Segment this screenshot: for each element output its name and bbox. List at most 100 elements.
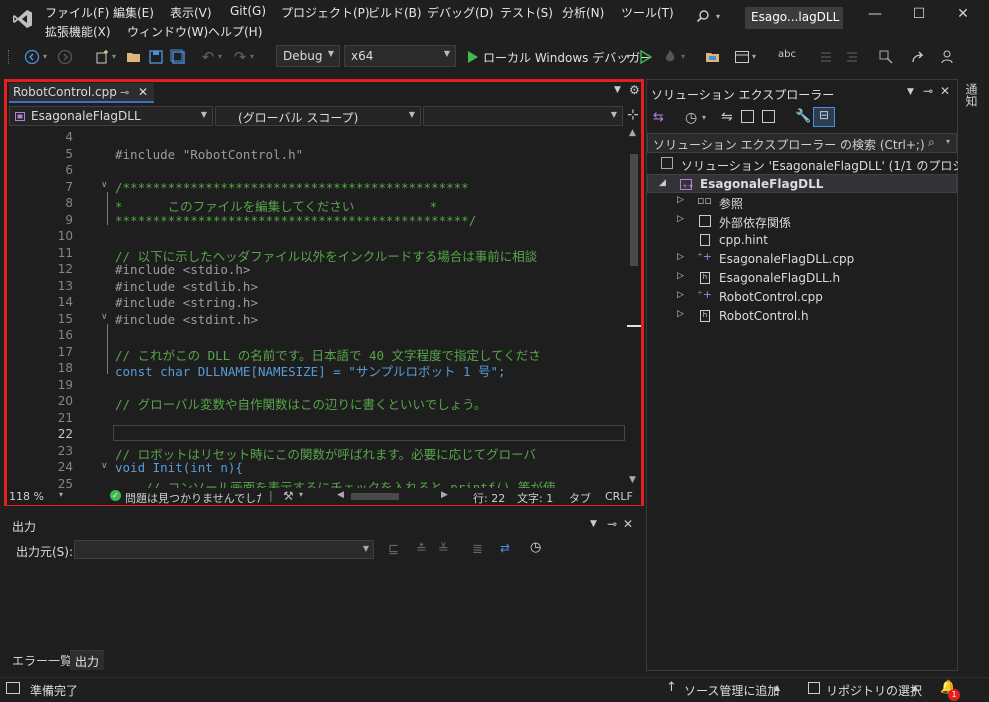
comment-icon[interactable] (816, 47, 836, 67)
next-message-icon[interactable]: ≚ (438, 542, 449, 557)
menu-test[interactable]: テスト(S) (500, 4, 553, 22)
redo-icon[interactable]: ↷ (230, 47, 250, 67)
start-without-debugging-icon[interactable] (640, 50, 652, 64)
menu-tools[interactable]: ツール(T) (621, 4, 674, 22)
zoom-dropdown-icon[interactable]: ▾ (59, 490, 63, 499)
fold-toggle-icon[interactable]: ∨ (101, 461, 108, 471)
sync-icon[interactable]: ⇋ (721, 109, 733, 125)
solution-name-box[interactable]: Esago...lagDLL (745, 7, 843, 29)
open-folder-icon[interactable] (124, 47, 144, 67)
history-dropdown-icon[interactable]: ▾ (702, 113, 706, 122)
feedback-icon[interactable] (938, 47, 958, 67)
find-message-icon[interactable]: ⊑ (388, 542, 399, 557)
collapsed-arrow-icon[interactable]: ▷ (677, 214, 684, 224)
scroll-thumb[interactable] (630, 154, 638, 266)
hot-reload-icon[interactable] (660, 47, 680, 67)
fold-toggle-icon[interactable]: ∨ (101, 312, 108, 322)
menu-debug[interactable]: デバッグ(D) (427, 4, 494, 22)
platform-dropdown[interactable]: x64 ▼ (344, 45, 456, 67)
show-all-files-icon[interactable] (762, 110, 775, 123)
horizontal-scroll-thumb[interactable] (351, 493, 399, 500)
spell-check-icon[interactable]: abc (778, 49, 796, 60)
menu-git[interactable]: Git(G) (230, 4, 266, 22)
share-icon[interactable] (908, 47, 928, 67)
window-position-dropdown-icon[interactable]: ▼ (907, 87, 914, 97)
code-area[interactable]: 4 5 6 7 8 9 10 11 12 13 14 15 16 17 18 1… (7, 128, 625, 488)
pin-icon[interactable]: ⊸ (607, 517, 617, 531)
scroll-right-icon[interactable]: ▶ (441, 490, 448, 500)
tab-list-dropdown-icon[interactable]: ▼ (614, 85, 621, 95)
switch-views-icon[interactable]: ⇆ (653, 110, 664, 125)
line-ending[interactable]: CRLF (605, 490, 633, 503)
layout-dropdown-icon[interactable]: ▾ (752, 52, 756, 61)
cleanup-dropdown-icon[interactable]: ▾ (299, 490, 303, 499)
cleanup-icon[interactable]: ⚒ (283, 489, 294, 503)
close-tab-icon[interactable]: ✕ (138, 85, 148, 99)
select-repository[interactable]: リポジトリの選択 (826, 682, 922, 699)
scroll-down-icon[interactable]: ▼ (629, 475, 636, 485)
undo-dropdown-icon[interactable]: ▾ (218, 52, 222, 61)
collapsed-arrow-icon[interactable]: ▷ (677, 271, 684, 281)
add-to-source-control[interactable]: ソース管理に追加 (684, 682, 779, 699)
menu-edit[interactable]: 編集(E) (113, 4, 154, 22)
menu-help[interactable]: ヘルプ(H) (208, 23, 262, 41)
clear-all-icon[interactable]: ≣ (472, 542, 483, 557)
minimize-icon[interactable]: — (862, 6, 888, 28)
zoom-level[interactable]: 118 % (9, 490, 44, 503)
source-control-up-icon[interactable]: ▲ (774, 683, 780, 692)
tree-item-robotcontrol-h[interactable]: ▷ h RobotControl.h (647, 307, 957, 326)
document-tab[interactable]: RobotControl.cpp ⊸ ✕ (9, 83, 154, 103)
notifications-rail-tab[interactable]: 通知 (964, 83, 980, 107)
preview-selected-icon[interactable]: ⊟ (813, 107, 835, 127)
scroll-up-icon[interactable]: ▲ (629, 128, 636, 138)
menu-extensions[interactable]: 拡張機能(X) (45, 23, 111, 41)
close-icon[interactable]: ✕ (950, 6, 976, 28)
fold-toggle-icon[interactable]: ∨ (101, 180, 108, 190)
tab-error-list[interactable]: エラー一覧 (12, 652, 72, 669)
settings-icon[interactable]: ⚙ (629, 83, 640, 97)
new-item-icon[interactable] (92, 47, 112, 67)
column-position[interactable]: 文字: 1 (517, 490, 553, 506)
tree-solution-root[interactable]: ソリューション 'EsagonaleFlagDLL' (1/1 のプロジェクト) (647, 155, 989, 174)
window-position-dropdown-icon[interactable]: ▼ (590, 519, 597, 529)
tree-item-external-deps[interactable]: ▷ 外部依存関係 (647, 212, 957, 231)
search-icon[interactable] (692, 6, 714, 26)
close-icon[interactable]: ✕ (940, 84, 950, 98)
split-editor-icon[interactable]: ⊹ (627, 107, 639, 123)
solution-search-box[interactable]: ソリューション エクスプローラー の検索 (Ctrl+;) ⌕ ▾ (647, 133, 957, 153)
project-nav-dropdown[interactable]: EsagonaleFlagDLL ▼ (9, 106, 213, 126)
forward-icon[interactable] (55, 47, 75, 67)
configuration-dropdown[interactable]: Debug ▼ (276, 45, 340, 67)
save-icon[interactable] (146, 47, 166, 67)
member-nav-dropdown[interactable]: ▼ (423, 106, 623, 126)
tree-item-cpp-hint[interactable]: cpp.hint (647, 231, 957, 250)
menu-window[interactable]: ウィンドウ(W) (127, 23, 208, 41)
uncomment-icon[interactable] (842, 47, 862, 67)
maximize-icon[interactable]: ☐ (906, 6, 932, 28)
properties-icon[interactable]: 🔧 (795, 109, 811, 124)
repository-up-icon[interactable]: ▲ (912, 683, 918, 692)
collapsed-arrow-icon[interactable]: ▷ (677, 195, 684, 205)
pin-icon[interactable]: ⊸ (120, 86, 129, 99)
output-source-dropdown[interactable]: ▼ (74, 540, 374, 559)
tree-item-esagonale-h[interactable]: ▷ h EsagonaleFlagDLL.h (647, 269, 957, 288)
tree-project[interactable]: ◢ ++ EsagonaleFlagDLL (647, 174, 957, 193)
tree-item-esagonale-cpp[interactable]: ▷ ⁺+ EsagonaleFlagDLL.cpp (647, 250, 957, 269)
back-dropdown-icon[interactable]: ▾ (43, 52, 47, 61)
scroll-left-icon[interactable]: ◀ (337, 490, 344, 500)
menu-view[interactable]: 表示(V) (170, 4, 212, 22)
expanded-arrow-icon[interactable]: ◢ (659, 178, 666, 188)
menu-build[interactable]: ビルド(B) (368, 4, 422, 22)
clock-icon[interactable]: ◷ (530, 540, 541, 555)
save-all-icon[interactable] (168, 47, 188, 67)
history-icon[interactable]: ◷ (685, 110, 697, 126)
back-icon[interactable] (22, 47, 42, 67)
previous-message-icon[interactable]: ≛ (416, 542, 427, 557)
search-dropdown-icon[interactable]: ▾ (716, 12, 720, 21)
redo-dropdown-icon[interactable]: ▾ (250, 52, 254, 61)
search-options-dropdown-icon[interactable]: ▾ (946, 137, 950, 146)
collapsed-arrow-icon[interactable]: ▷ (677, 252, 684, 262)
issues-status[interactable]: 問題は見つかりませんでした (125, 490, 261, 506)
bookmark-icon[interactable] (876, 47, 896, 67)
tree-item-references[interactable]: ▷ ▫▫ 参照 (647, 193, 957, 212)
